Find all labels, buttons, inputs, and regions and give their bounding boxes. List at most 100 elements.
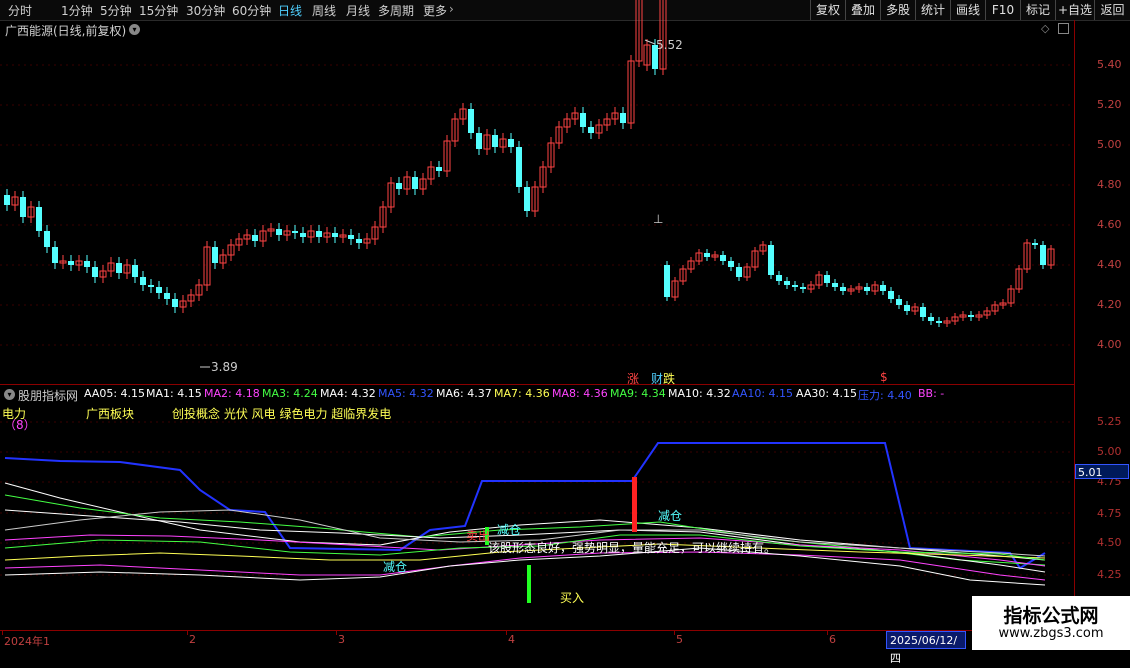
candle-body xyxy=(704,253,710,257)
region-label: 广西板块 xyxy=(86,407,135,421)
current-price-box: 5.01 xyxy=(1075,464,1129,479)
reduce-signal: 减仓 xyxy=(658,509,683,523)
concepts-label: 创投概念 光伏 风电 绿色电力 超临界发电 xyxy=(172,407,392,421)
indicator-value: AA10: 4.15 xyxy=(732,387,794,400)
candle-body xyxy=(132,265,138,277)
reduce-signal: 减仓 xyxy=(497,523,522,537)
reduce-signal: 减仓 xyxy=(383,560,408,574)
candle-body xyxy=(52,247,58,263)
site-logo: 指标公式网 www.zbgs3.com xyxy=(972,596,1130,650)
candle-body xyxy=(316,231,322,237)
candle-body xyxy=(920,307,926,317)
event-marker[interactable]: $ xyxy=(880,370,888,384)
indicator-value: AA30: 4.15 xyxy=(796,387,858,400)
low-price-label: 3.89 xyxy=(211,360,238,374)
candle-body xyxy=(292,231,298,233)
price-axis-label: 4.80 xyxy=(1097,178,1122,191)
indicator-value: MA10: 4.32 xyxy=(668,387,731,400)
candle-body xyxy=(172,299,178,307)
indicator-value: MA3: 4.24 xyxy=(262,387,318,400)
high-price-label: 5.52 xyxy=(656,38,683,52)
indicator-axis-label: 4.75 xyxy=(1097,507,1122,520)
candle-body xyxy=(212,247,218,263)
sell-signal: 卖出 xyxy=(466,529,491,543)
candle-body xyxy=(768,245,774,275)
candle-body xyxy=(68,261,74,265)
back-button[interactable]: 返回 xyxy=(1094,0,1130,20)
candle-body xyxy=(588,127,594,133)
candle-body xyxy=(492,135,498,147)
candle-body xyxy=(140,277,146,285)
candle-body xyxy=(356,239,362,243)
date-axis-label: 3 xyxy=(338,633,345,646)
buy-bar xyxy=(527,565,531,603)
sell-bar xyxy=(632,477,637,532)
price-axis-label: 4.20 xyxy=(1097,298,1122,311)
rise-marker[interactable]: 涨 xyxy=(627,370,639,387)
date-axis-label: 2 xyxy=(189,633,196,646)
candle-body xyxy=(792,285,798,287)
candle-body xyxy=(664,265,670,297)
candle-body xyxy=(620,113,626,123)
indicator-value: MA7: 4.36 xyxy=(494,387,550,400)
candle-body xyxy=(396,183,402,189)
buy-signal: 买入 xyxy=(560,591,585,605)
candle-body xyxy=(864,287,870,291)
candle-body xyxy=(1040,245,1046,265)
chevron-down-icon[interactable]: ▾ xyxy=(4,389,15,400)
indicator-value: MA9: 4.34 xyxy=(610,387,666,400)
finance-marker[interactable]: 财 xyxy=(651,370,663,387)
candle-body xyxy=(824,275,830,283)
indicator-value: AA05: 4.15 xyxy=(84,387,146,400)
candle-body xyxy=(412,177,418,189)
price-axis-label: 4.60 xyxy=(1097,218,1122,231)
indicator-value: 压力: 4.40 xyxy=(858,389,912,402)
price-axis-label: 5.00 xyxy=(1097,138,1122,151)
candle-body xyxy=(436,167,442,171)
candle-body xyxy=(92,267,98,277)
indicator-header: ▾ 股朋指标网 AA05: 4.15 MA1: 4.15 MA2: 4.18 MA3:… xyxy=(0,386,1074,404)
candle-body xyxy=(800,287,806,289)
logo-title: 指标公式网 xyxy=(1003,605,1099,627)
indicator-axis-label: 5.00 xyxy=(1097,445,1122,458)
candle-body xyxy=(36,207,42,231)
date-axis-label: 2024年1 xyxy=(4,635,50,648)
candle-body xyxy=(784,281,790,285)
candle-body xyxy=(468,109,474,133)
candle-body xyxy=(580,113,586,127)
candle-body xyxy=(148,285,154,287)
price-axis-label: 4.00 xyxy=(1097,338,1122,351)
ma-line xyxy=(4,551,1046,581)
indicator-value: MA8: 4.36 xyxy=(552,387,608,400)
price-axis-label: 5.20 xyxy=(1097,98,1122,111)
price-axis-label: 4.40 xyxy=(1097,258,1122,271)
indicator-axis-label: 4.50 xyxy=(1097,536,1122,549)
indicator-value: MA5: 4.32 xyxy=(378,387,434,400)
candle-body xyxy=(1032,243,1038,245)
candle-body xyxy=(348,235,354,239)
chart-canvas[interactable] xyxy=(0,0,1074,630)
candle-body xyxy=(720,255,726,261)
candle-body xyxy=(300,233,306,237)
candle-body xyxy=(896,299,902,305)
candle-body xyxy=(508,139,514,147)
candle-body xyxy=(116,263,122,273)
fall-marker[interactable]: 跌 xyxy=(663,370,675,387)
indicator-name[interactable]: 股朋指标网 xyxy=(18,387,78,404)
indicator-value: MA4: 4.32 xyxy=(320,387,376,400)
date-axis-label: 4 xyxy=(508,633,515,646)
candle-body xyxy=(968,315,974,317)
candle-body xyxy=(252,235,258,241)
candle-body xyxy=(156,287,162,293)
candle-body xyxy=(928,317,934,321)
indicator-value: BB: - xyxy=(918,387,945,400)
date-axis: 2024年1 2 3 4 5 6 2025/06/12/四 xyxy=(0,630,1074,665)
event-marker-t[interactable]: ⊥ xyxy=(653,212,663,226)
candle-body xyxy=(476,133,482,149)
candle-body xyxy=(164,293,170,299)
indicator-axis-label: 4.25 xyxy=(1097,568,1122,581)
date-axis-label: 5 xyxy=(676,633,683,646)
candle-body xyxy=(840,287,846,291)
candle-body xyxy=(776,275,782,281)
candle-body xyxy=(516,147,522,187)
